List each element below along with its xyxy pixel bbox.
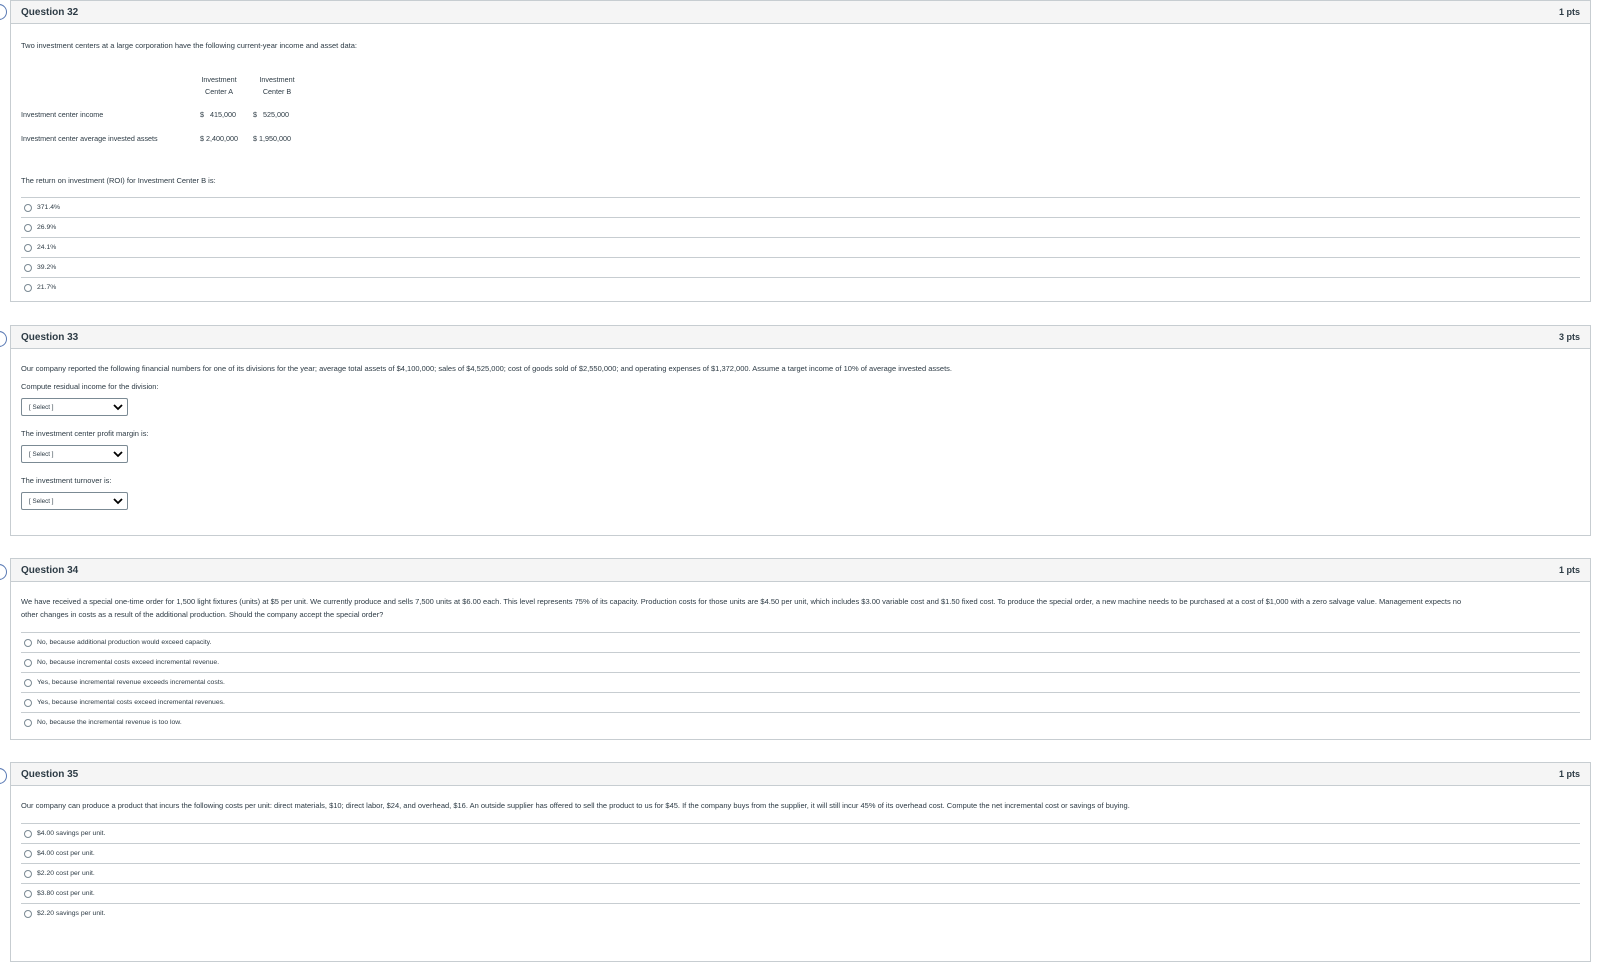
question-prompt: Our company reported the following finan…	[21, 364, 952, 373]
table-header-center-b: Investment Center B	[259, 75, 295, 96]
answer-option[interactable]: $2.20 savings per unit.	[21, 903, 1580, 923]
dropdown-value: [ Select ]	[29, 497, 54, 505]
answer-option[interactable]: No, because the incremental revenue is t…	[21, 712, 1580, 732]
answer-label: No, because additional production would …	[37, 639, 212, 646]
radio-button[interactable]	[24, 678, 32, 687]
part-label: The investment center profit margin is:	[21, 429, 149, 438]
question-text: The return on investment (ROI) for Inves…	[21, 176, 216, 185]
table-cell-value: $ 525,000	[253, 110, 289, 119]
radio-button[interactable]	[24, 223, 32, 232]
answer-option[interactable]: $4.00 cost per unit.	[21, 843, 1580, 863]
question-flag-icon[interactable]	[0, 331, 7, 347]
radio-button[interactable]	[24, 909, 32, 918]
answer-option[interactable]: $3.80 cost per unit.	[21, 883, 1580, 903]
answer-label: Yes, because incremental costs exceed in…	[37, 699, 225, 706]
radio-button[interactable]	[24, 263, 32, 272]
question-flag-icon[interactable]	[0, 564, 7, 580]
table-cell-value: $ 2,400,000	[200, 134, 238, 143]
answer-list: $4.00 savings per unit. $4.00 cost per u…	[21, 823, 1580, 923]
question-points: 3 pts	[1558, 332, 1580, 342]
question-header: Question 32 1 pts	[11, 1, 1590, 24]
chevron-down-icon	[113, 451, 123, 458]
answer-label: No, because incremental costs exceed inc…	[37, 659, 220, 666]
answer-option[interactable]: No, because additional production would …	[21, 632, 1580, 652]
radio-button[interactable]	[24, 698, 32, 707]
answer-dropdown[interactable]: [ Select ]	[21, 398, 128, 416]
question-flag-icon[interactable]	[0, 768, 7, 784]
dropdown-value: [ Select ]	[29, 450, 54, 458]
answer-label: 21.7%	[37, 284, 57, 291]
answer-label: 26.9%	[37, 224, 57, 231]
question-points: 1 pts	[1558, 565, 1580, 575]
answer-option[interactable]: 371.4%	[21, 197, 1580, 217]
question-32: Question 32 1 pts Two investment centers…	[10, 0, 1591, 302]
answer-label: 371.4%	[37, 204, 61, 211]
radio-button[interactable]	[24, 718, 32, 727]
question-points: 1 pts	[1558, 769, 1580, 779]
radio-button[interactable]	[24, 658, 32, 667]
answer-label: $4.00 savings per unit.	[37, 830, 106, 837]
table-cell-value: $ 1,950,000	[253, 134, 291, 143]
answer-dropdown[interactable]: [ Select ]	[21, 492, 128, 510]
answer-option[interactable]: $4.00 savings per unit.	[21, 823, 1580, 843]
answer-option[interactable]: 26.9%	[21, 217, 1580, 237]
answer-label: $4.00 cost per unit.	[37, 850, 95, 857]
table-row-label: Investment center income	[21, 110, 104, 119]
question-35: Question 35 1 pts Our company can produc…	[10, 762, 1591, 962]
answer-label: $2.20 cost per unit.	[37, 870, 95, 877]
radio-button[interactable]	[24, 869, 32, 878]
question-prompt-continued: other changes in costs as a result of th…	[21, 610, 384, 619]
part-label: Compute residual income for the division…	[21, 382, 159, 391]
table-header-center-a: Investment Center A	[201, 75, 237, 96]
question-title: Question 34	[21, 564, 79, 576]
answer-option[interactable]: $2.20 cost per unit.	[21, 863, 1580, 883]
question-header: Question 35 1 pts	[11, 763, 1590, 786]
question-header: Question 33 3 pts	[11, 326, 1590, 349]
chevron-down-icon	[113, 404, 123, 411]
radio-button[interactable]	[24, 203, 32, 212]
question-34: Question 34 1 pts We have received a spe…	[10, 558, 1591, 740]
question-points: 1 pts	[1558, 7, 1580, 17]
table-row-label: Investment center average invested asset…	[21, 134, 158, 143]
table-cell-value: $ 415,000	[200, 110, 236, 119]
question-prompt: We have received a special one-time orde…	[21, 597, 1462, 606]
answer-option[interactable]: Yes, because incremental costs exceed in…	[21, 692, 1580, 712]
answer-label: $2.20 savings per unit.	[37, 910, 106, 917]
radio-button[interactable]	[24, 829, 32, 838]
question-header: Question 34 1 pts	[11, 559, 1590, 582]
answer-list: 371.4% 26.9% 24.1% 39.2% 21.7%	[21, 197, 1580, 297]
radio-button[interactable]	[24, 849, 32, 858]
question-33: Question 33 3 pts Our company reported t…	[10, 325, 1591, 536]
answer-label: $3.80 cost per unit.	[37, 890, 95, 897]
answer-label: 24.1%	[37, 244, 57, 251]
radio-button[interactable]	[24, 889, 32, 898]
answer-option[interactable]: No, because incremental costs exceed inc…	[21, 652, 1580, 672]
answer-label: No, because the incremental revenue is t…	[37, 719, 182, 726]
answer-label: 39.2%	[37, 264, 57, 271]
answer-dropdown[interactable]: [ Select ]	[21, 445, 128, 463]
radio-button[interactable]	[24, 638, 32, 647]
answer-label: Yes, because incremental revenue exceeds…	[37, 679, 225, 686]
radio-button[interactable]	[24, 283, 32, 292]
chevron-down-icon	[113, 498, 123, 505]
radio-button[interactable]	[24, 243, 32, 252]
answer-option[interactable]: 24.1%	[21, 237, 1580, 257]
answer-option[interactable]: Yes, because incremental revenue exceeds…	[21, 672, 1580, 692]
question-title: Question 32	[21, 6, 79, 18]
question-title: Question 33	[21, 331, 79, 343]
question-prompt: Two investment centers at a large corpor…	[21, 41, 358, 50]
dropdown-value: [ Select ]	[29, 403, 54, 411]
answer-option[interactable]: 21.7%	[21, 277, 1580, 297]
question-prompt: Our company can produce a product that i…	[21, 801, 1130, 810]
answer-list: No, because additional production would …	[21, 632, 1580, 732]
question-title: Question 35	[21, 768, 79, 780]
question-flag-icon[interactable]	[0, 4, 7, 20]
part-label: The investment turnover is:	[21, 476, 112, 485]
answer-option[interactable]: 39.2%	[21, 257, 1580, 277]
